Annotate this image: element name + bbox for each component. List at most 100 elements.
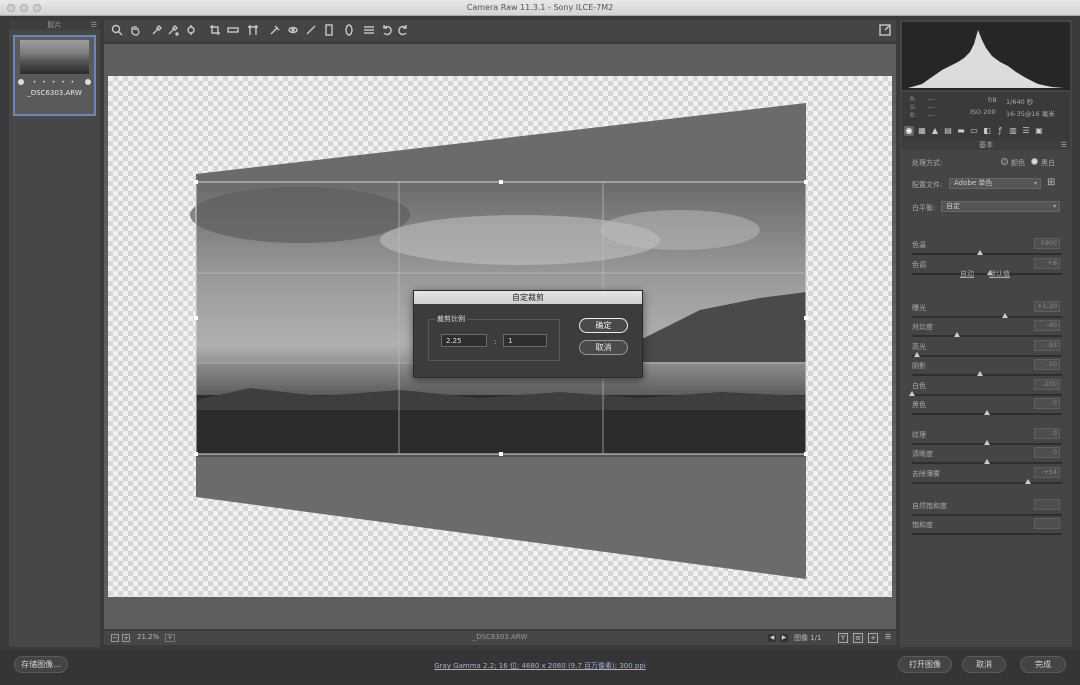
default-link[interactable]: 默认值 [989, 269, 1010, 279]
slider-value-input[interactable]: 5900 [1034, 238, 1060, 249]
slider-value-input[interactable]: -40 [1034, 320, 1060, 331]
slider-value-input[interactable]: -93 [1034, 340, 1060, 351]
section-menu-icon[interactable]: ☰ [1061, 140, 1067, 150]
slider-track[interactable] [912, 371, 1062, 376]
image-counter: 图像 1/1 [794, 634, 822, 642]
basic-tab-icon[interactable]: ◉ [904, 126, 914, 136]
white-balance-value: 自定 [946, 202, 960, 210]
slider-value-input[interactable]: -10 [1034, 359, 1060, 370]
auto-link[interactable]: 自动 [960, 269, 974, 279]
slider-track[interactable] [912, 332, 1062, 337]
ratio-separator: : [494, 338, 497, 346]
slider-track[interactable] [912, 440, 1062, 445]
slider-track[interactable] [912, 313, 1062, 318]
crop-handle[interactable] [804, 452, 808, 456]
slider-track[interactable] [912, 352, 1062, 357]
slider-track[interactable] [912, 479, 1062, 484]
bottom-bar: 存储图像... Gray Gamma 2.2; 16 位; 4680 x 208… [0, 649, 1080, 685]
view-settings-icon[interactable]: ☰ [883, 633, 893, 643]
treatment-bw-label: 黑白 [1041, 159, 1055, 167]
slider-thumb[interactable] [954, 332, 960, 337]
hsl-tab-icon[interactable]: ▤ [943, 126, 953, 136]
detail-tab-icon[interactable]: ▲ [930, 126, 940, 136]
rgb-g-label: G: [910, 104, 917, 111]
slider-thumb[interactable] [976, 371, 983, 376]
slider-thumb[interactable] [976, 250, 983, 255]
lens-tab-icon[interactable]: ▭ [969, 126, 979, 136]
ratio-width-input[interactable] [441, 334, 487, 347]
rgb-r-value: --- [928, 96, 935, 103]
crop-handle[interactable] [499, 180, 503, 184]
slider-thumb[interactable] [984, 440, 990, 445]
slider-value-input[interactable] [1034, 499, 1060, 510]
section-title: 基本 [979, 141, 993, 149]
lens-info: 16-35@16 毫米 [1006, 110, 1055, 118]
tone-curve-tab-icon[interactable]: ▦ [917, 126, 927, 136]
slider-track[interactable] [912, 459, 1062, 464]
transform-tab-icon[interactable]: ◧ [982, 126, 992, 136]
presets-tab-icon[interactable]: ☰ [1021, 126, 1031, 136]
slider-label: 清晰度 [912, 450, 933, 458]
slider-track[interactable] [912, 533, 1062, 535]
calibration-tab-icon[interactable]: ▥ [1008, 126, 1018, 136]
profile-browser-icon[interactable]: ⊞ [1047, 177, 1059, 189]
slider-thumb[interactable] [1024, 479, 1031, 484]
slider-label: 曝光 [912, 304, 926, 312]
crop-handle[interactable] [804, 180, 808, 184]
split-toning-tab-icon[interactable]: ▬ [956, 126, 966, 136]
preview-status-bar: − + 21.2% ∨ _DSC6303.ARW ◀ ▶ 图像 1/1 Y ≡ … [104, 631, 896, 645]
treatment-color-radio[interactable] [1001, 158, 1008, 165]
slider-track[interactable] [912, 250, 1062, 255]
adjustments-panel: R: --- G: --- B: --- f/8 1/640 秒 ISO 200… [900, 20, 1072, 647]
treatment-label: 处理方式: [912, 159, 943, 167]
next-image-button[interactable]: ▶ [780, 634, 788, 642]
crop-handle[interactable] [194, 180, 198, 184]
slider-value-input[interactable]: +54 [1034, 467, 1060, 478]
prev-image-button[interactable]: ◀ [768, 634, 776, 642]
treatment-bw-radio[interactable] [1031, 158, 1038, 165]
slider-value-input[interactable]: 0 [1034, 428, 1060, 439]
slider-track[interactable] [912, 270, 1062, 275]
effects-tab-icon[interactable]: ƒ [995, 126, 1005, 136]
done-button[interactable]: 完成 [1020, 656, 1066, 673]
slider-thumb[interactable] [984, 410, 990, 415]
slider-track[interactable] [909, 391, 1062, 396]
chevron-down-icon: ▾ [1052, 203, 1056, 210]
slider-thumb[interactable] [984, 459, 990, 464]
crop-handle[interactable] [804, 316, 808, 320]
histogram [902, 22, 1070, 90]
crop-handle[interactable] [194, 452, 198, 456]
open-image-button[interactable]: 打开图像 [898, 656, 952, 673]
cancel-button[interactable]: 取消 [962, 656, 1006, 673]
snapshots-tab-icon[interactable]: ▣ [1034, 126, 1044, 136]
slider-value-input[interactable]: +8 [1034, 258, 1060, 269]
rgb-r-label: R: [910, 96, 917, 103]
profile-select[interactable]: Adobe 单色 ▾ [949, 178, 1041, 189]
cancel-button[interactable]: 取消 [579, 340, 628, 355]
swap-settings-button[interactable]: + [868, 633, 878, 643]
white-balance-select[interactable]: 自定 ▾ [941, 201, 1060, 212]
aperture: f/8 [988, 96, 997, 104]
slider-track[interactable] [912, 514, 1062, 516]
treatment-color-label: 颜色 [1011, 159, 1025, 167]
slider-value-input[interactable]: +1.20 [1034, 301, 1060, 312]
ratio-height-input[interactable] [503, 334, 547, 347]
before-after-toggle[interactable]: Y [838, 633, 848, 643]
slider-value-input[interactable]: 0 [1034, 398, 1060, 409]
slider-label: 黑色 [912, 401, 926, 409]
slider-value-input[interactable]: -100 [1034, 379, 1060, 390]
crop-handle[interactable] [194, 316, 198, 320]
custom-crop-dialog: 自定裁剪 裁剪比例 : 确定 取消 [413, 290, 643, 378]
slider-thumb[interactable] [1002, 313, 1008, 318]
ok-button[interactable]: 确定 [579, 318, 628, 333]
slider-value-input[interactable] [1034, 518, 1060, 529]
slider-thumb[interactable] [913, 352, 920, 357]
slider-value-input[interactable]: 0 [1034, 447, 1060, 458]
slider-track[interactable] [912, 410, 1062, 415]
rgb-b-value: --- [928, 112, 935, 119]
slider-label: 色调 [912, 261, 926, 269]
crop-handle[interactable] [499, 452, 503, 456]
slider-label: 高光 [912, 343, 926, 351]
slider-thumb[interactable] [909, 391, 915, 396]
compare-view-button[interactable]: ≡ [853, 633, 863, 643]
